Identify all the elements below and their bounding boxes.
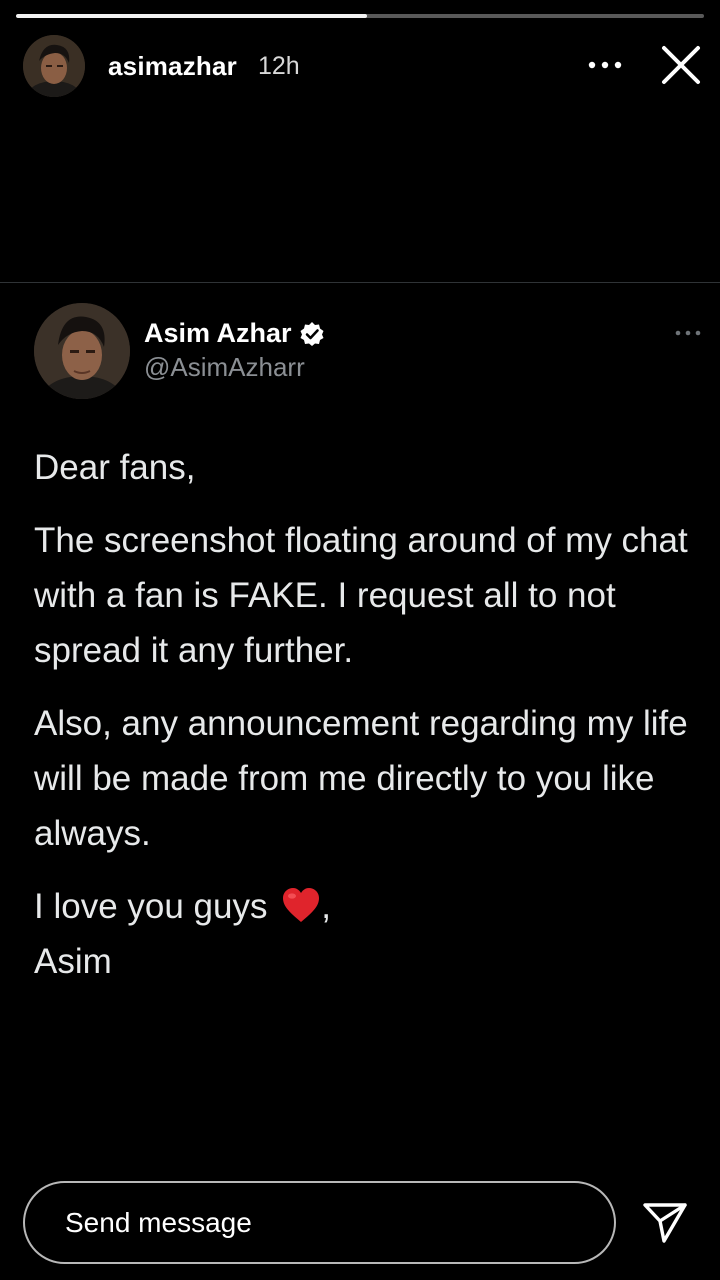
- tweet-author-avatar: [34, 303, 130, 399]
- tweet-author-name: Asim Azhar: [144, 318, 325, 349]
- send-icon: [643, 1203, 687, 1243]
- tweet-author-handle: @AsimAzharr: [144, 352, 305, 382]
- signature: Asim: [34, 942, 112, 981]
- signoff-comma: ,: [321, 887, 331, 926]
- tweet-divider: [0, 282, 720, 283]
- close-button[interactable]: [658, 42, 704, 88]
- story-header: asimazhar 12h: [0, 34, 720, 98]
- story-progress-fill: [16, 14, 367, 18]
- tweet-paragraph: Also, any announcement regarding my life…: [34, 704, 688, 853]
- tweet-paragraph: I love you guys ,: [34, 879, 704, 934]
- send-message-field[interactable]: [23, 1181, 616, 1264]
- tweet-more-options: [674, 326, 702, 340]
- display-name-text: Asim Azhar: [144, 318, 292, 348]
- tweet-paragraph: The screenshot floating around of my cha…: [34, 521, 688, 670]
- story-timestamp: 12h: [258, 52, 300, 80]
- message-input[interactable]: [65, 1205, 565, 1241]
- story-viewer: asimazhar 12h Asim Azhar @AsimAzharr Dea…: [0, 0, 720, 1280]
- tweet-text: Dear fans, The screenshot floating aroun…: [34, 440, 704, 989]
- verified-badge-icon: [300, 321, 324, 346]
- more-horizontal-icon: [675, 330, 701, 336]
- send-button[interactable]: [640, 1197, 690, 1247]
- signoff-text: I love you guys: [34, 887, 268, 926]
- avatar[interactable]: [23, 35, 85, 97]
- close-icon: [662, 46, 700, 84]
- more-horizontal-icon: [588, 61, 622, 69]
- story-progress-bar: [16, 14, 704, 18]
- tweet-paragraph: Dear fans,: [34, 448, 196, 487]
- story-username[interactable]: asimazhar: [108, 51, 237, 82]
- more-options-button[interactable]: [584, 50, 626, 80]
- red-heart-emoji: [283, 888, 320, 922]
